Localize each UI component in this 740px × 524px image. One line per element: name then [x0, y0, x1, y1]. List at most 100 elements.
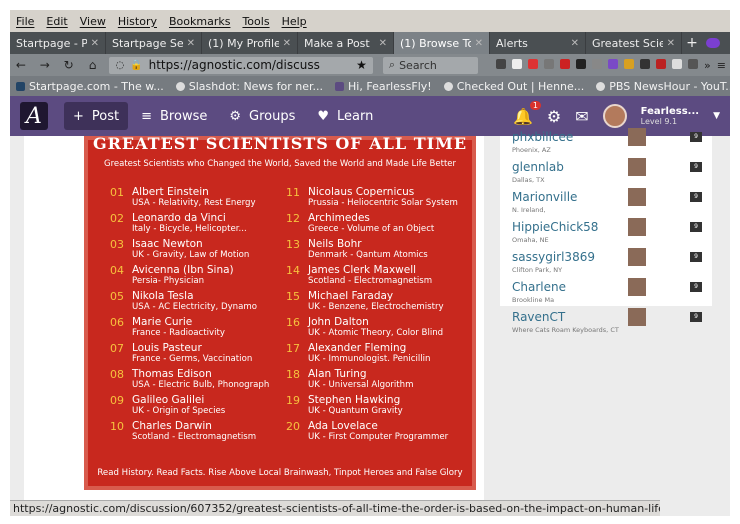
user-menu[interactable]: Fearless... Level 9.1	[641, 106, 699, 126]
tab-title: (1) My Profile	[208, 36, 279, 50]
extension-icon[interactable]	[672, 58, 683, 69]
bookmark-icon	[16, 81, 25, 91]
scrollbar[interactable]	[718, 136, 728, 516]
menu-tools[interactable]: Tools	[242, 15, 269, 28]
avatar[interactable]	[628, 308, 646, 326]
home-icon[interactable]: ⌂	[86, 58, 100, 72]
nav-learn[interactable]: ♥ Learn	[308, 102, 382, 130]
reload-icon[interactable]: ↻	[62, 58, 76, 72]
item-desc: UK - Immunologist. Penicillin	[308, 354, 431, 364]
groups-icon: ⚙	[229, 108, 242, 124]
extension-icon[interactable]	[608, 58, 619, 69]
menu-file[interactable]: File	[16, 15, 34, 28]
menu-help[interactable]: Help	[282, 15, 307, 28]
tab-make-post[interactable]: Make a Post ✕	[298, 32, 394, 54]
bookmark-startpage[interactable]: Startpage.com - The w...	[16, 80, 164, 93]
tab-greatest-scientists[interactable]: Greatest Scienti ✕	[586, 32, 682, 54]
menu-edit[interactable]: Edit	[46, 15, 67, 28]
tab-my-profile[interactable]: (1) My Profile ✕	[202, 32, 298, 54]
extension-icon[interactable]	[544, 58, 555, 69]
bookmark-pbs[interactable]: PBS NewsHour - YouT...	[596, 80, 730, 93]
user-location: Phoenix, AZ	[512, 146, 551, 154]
user-link[interactable]: Charlene	[512, 280, 712, 294]
user-link[interactable]: sassygirl3869	[512, 250, 712, 264]
item-desc: Prussia - Heliocentric Solar System	[308, 198, 458, 208]
user-level-badge: 9	[690, 312, 702, 322]
avatar[interactable]	[602, 104, 627, 128]
bookmark-slashdot[interactable]: Slashdot: News for ner...	[175, 80, 323, 93]
list-item: 07 Louis Pasteur France - Germs, Vaccinati…	[110, 342, 290, 365]
user-link[interactable]: RavenCT	[512, 310, 712, 324]
user-link[interactable]: Marionville	[512, 190, 712, 204]
close-icon[interactable]: ✕	[283, 38, 291, 49]
avatar[interactable]	[628, 128, 646, 146]
user-link[interactable]: glennlab	[512, 160, 712, 174]
item-name: Nikola Tesla	[132, 290, 194, 302]
extension-icon[interactable]	[640, 58, 651, 69]
close-icon[interactable]: ✕	[475, 38, 483, 49]
list-item: 17 Alexander Fleming UK - Immunologist. Pe…	[286, 342, 466, 365]
gear-icon[interactable]: ⚙	[547, 107, 561, 126]
nav-browse[interactable]: ≡ Browse	[132, 102, 216, 130]
status-bar-url: https://agnostic.com/discussion/607352/g…	[10, 500, 660, 516]
overflow-icon[interactable]: »	[704, 59, 711, 72]
avatar[interactable]	[628, 188, 646, 206]
item-desc: Scotland - Electromagnetism	[308, 276, 433, 286]
mail-icon[interactable]: ✉	[575, 107, 588, 126]
close-icon[interactable]: ✕	[91, 38, 99, 49]
menu-icon[interactable]: ≡	[717, 59, 726, 72]
avatar[interactable]	[628, 218, 646, 236]
globe-icon	[596, 81, 606, 91]
search-input[interactable]: ⌕ Search	[382, 56, 479, 74]
close-icon[interactable]: ✕	[667, 38, 675, 49]
close-icon[interactable]: ✕	[379, 38, 387, 49]
url-bar[interactable]: ◌ 🔒 https://agnostic.com/discuss ★	[109, 56, 373, 74]
bookmark-agnostic[interactable]: Hi, FearlessFly!	[335, 80, 432, 93]
extension-icon[interactable]	[576, 58, 587, 69]
tab-browse-topic[interactable]: (1) Browse Topic ✕	[394, 32, 490, 54]
avatar[interactable]	[628, 278, 646, 296]
menu-bookmarks[interactable]: Bookmarks	[169, 15, 230, 28]
extension-icon[interactable]	[512, 58, 523, 69]
list-item: RavenCT Where Cats Roam Keyboards, CT 9	[512, 308, 712, 334]
tab-startpage-search[interactable]: Startpage Search ✕	[106, 32, 202, 54]
close-icon[interactable]: ✕	[571, 38, 579, 49]
extension-icon[interactable]	[702, 32, 724, 54]
navigation-toolbar: ← → ↻ ⌂ ◌ 🔒 https://agnostic.com/discuss…	[10, 54, 730, 76]
star-icon[interactable]: ★	[356, 58, 367, 72]
extension-icon[interactable]	[688, 58, 699, 69]
chevron-down-icon[interactable]: ▼	[713, 111, 720, 121]
extension-icon[interactable]	[624, 58, 635, 69]
list-item: 08 Thomas Edison USA - Electric Bulb, Phon…	[110, 368, 290, 391]
close-icon[interactable]: ✕	[187, 38, 195, 49]
site-logo[interactable]: A	[20, 102, 48, 130]
new-tab-button[interactable]: +	[682, 32, 702, 54]
avatar[interactable]	[628, 158, 646, 176]
item-desc: Italy - Bicycle, Helicopter...	[132, 224, 247, 234]
list-item: 01 Albert Einstein USA - Relativity, Rest …	[110, 186, 290, 209]
menu-view[interactable]: View	[80, 15, 106, 28]
download-icon[interactable]	[496, 58, 507, 69]
user-link[interactable]: HippieChick58	[512, 220, 712, 234]
tab-alerts[interactable]: Alerts ✕	[490, 32, 586, 54]
plus-icon: +	[73, 108, 84, 124]
bookmark-label: PBS NewsHour - YouT...	[609, 79, 730, 93]
extension-icon[interactable]	[656, 58, 667, 69]
extension-icon[interactable]	[528, 58, 539, 69]
item-number: 11	[286, 186, 300, 199]
menu-history[interactable]: History	[118, 15, 157, 28]
extension-icon[interactable]	[560, 58, 571, 69]
notification-badge: 1	[529, 100, 541, 110]
nav-post[interactable]: + Post	[64, 102, 129, 130]
bell-icon[interactable]: 🔔 1	[513, 100, 541, 126]
user-link[interactable]: phxbillcee	[512, 130, 712, 144]
bookmark-checked-out[interactable]: Checked Out | Henne...	[443, 80, 584, 93]
nav-groups[interactable]: ⚙ Groups	[220, 102, 304, 130]
back-icon[interactable]: ←	[14, 58, 28, 72]
extension-icon[interactable]	[592, 58, 603, 69]
forward-icon[interactable]: →	[38, 58, 52, 72]
item-name: Leonardo da Vinci	[132, 212, 226, 224]
avatar[interactable]	[628, 248, 646, 266]
item-desc: UK - Benzene, Electrochemistry	[308, 302, 444, 312]
tab-startpage[interactable]: Startpage - Priv ✕	[10, 32, 106, 54]
